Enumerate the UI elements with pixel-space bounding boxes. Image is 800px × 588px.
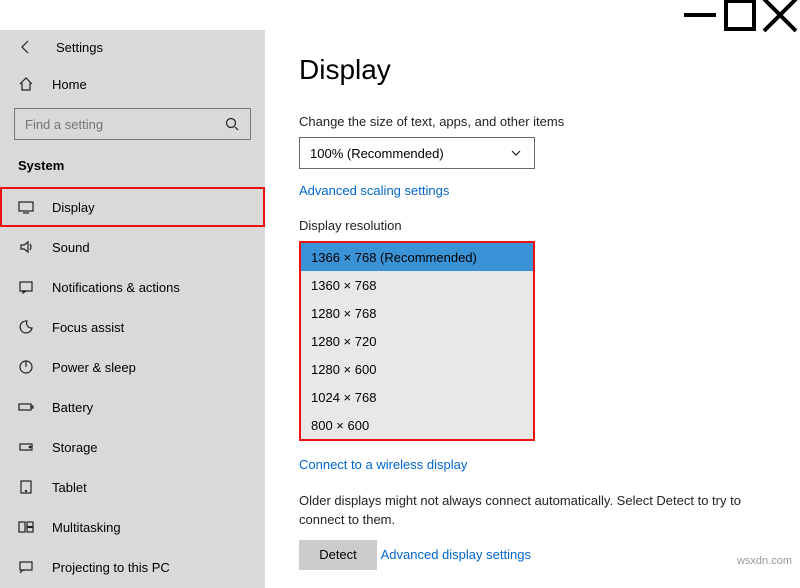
sidebar-item-multitasking[interactable]: Multitasking [0, 507, 265, 547]
minimize-button[interactable] [680, 0, 720, 30]
display-icon [18, 199, 34, 215]
page-title: Display [299, 54, 768, 86]
resolution-option[interactable]: 1280 × 600 [301, 355, 533, 383]
sidebar-item-label: Sound [52, 240, 90, 255]
sidebar-item-label: Power & sleep [52, 360, 136, 375]
tablet-icon [18, 479, 34, 495]
search-icon [224, 116, 240, 132]
advanced-display-link[interactable]: Advanced display settings [381, 547, 531, 562]
sidebar-item-focus-assist[interactable]: Focus assist [0, 307, 265, 347]
projecting-icon [18, 559, 34, 575]
resolution-option[interactable]: 1280 × 768 [301, 299, 533, 327]
resolution-option[interactable]: 800 × 600 [301, 411, 533, 439]
resolution-option[interactable]: 1280 × 720 [301, 327, 533, 355]
sidebar-item-label: Battery [52, 400, 93, 415]
sidebar: Settings Home System Display Sound No [0, 30, 265, 588]
close-button[interactable] [760, 0, 800, 30]
sidebar-item-battery[interactable]: Battery [0, 387, 265, 427]
sidebar-item-power[interactable]: Power & sleep [0, 347, 265, 387]
sidebar-item-label: Tablet [52, 480, 87, 495]
resolution-option[interactable]: 1360 × 768 [301, 271, 533, 299]
app-title: Settings [56, 40, 103, 55]
home-icon [18, 76, 34, 92]
wireless-display-link[interactable]: Connect to a wireless display [299, 457, 467, 472]
sidebar-item-label: Display [52, 200, 95, 215]
maximize-button[interactable] [720, 0, 760, 30]
sidebar-item-label: Home [52, 77, 87, 92]
sidebar-item-projecting[interactable]: Projecting to this PC [0, 547, 265, 587]
window-controls [0, 0, 800, 30]
scale-value: 100% (Recommended) [310, 146, 444, 161]
sidebar-item-notifications[interactable]: Notifications & actions [0, 267, 265, 307]
sound-icon [18, 239, 34, 255]
detect-note: Older displays might not always connect … [299, 492, 768, 530]
scale-label: Change the size of text, apps, and other… [299, 114, 768, 129]
resolution-dropdown-open[interactable]: 1366 × 768 (Recommended) 1360 × 768 1280… [299, 241, 535, 441]
main-panel: Display Change the size of text, apps, a… [265, 30, 800, 588]
power-icon [18, 359, 34, 375]
resolution-label: Display resolution [299, 218, 768, 233]
sidebar-item-label: Notifications & actions [52, 280, 180, 295]
multitasking-icon [18, 519, 34, 535]
scale-dropdown[interactable]: 100% (Recommended) [299, 137, 535, 169]
chevron-down-icon [508, 145, 524, 161]
sidebar-item-label: Storage [52, 440, 98, 455]
back-icon[interactable] [18, 39, 34, 55]
storage-icon [18, 439, 34, 455]
focus-icon [18, 319, 34, 335]
sidebar-item-label: Focus assist [52, 320, 124, 335]
search-field[interactable] [14, 108, 251, 140]
battery-icon [18, 399, 34, 415]
search-input[interactable] [25, 117, 215, 132]
sidebar-item-display[interactable]: Display [0, 187, 265, 227]
sidebar-item-storage[interactable]: Storage [0, 427, 265, 467]
detect-button[interactable]: Detect [299, 540, 377, 570]
watermark: wsxdn.com [737, 555, 792, 567]
sidebar-section-header: System [0, 150, 265, 187]
resolution-option[interactable]: 1366 × 768 (Recommended) [301, 243, 533, 271]
notifications-icon [18, 279, 34, 295]
advanced-scaling-link[interactable]: Advanced scaling settings [299, 183, 449, 198]
sidebar-item-sound[interactable]: Sound [0, 227, 265, 267]
sidebar-item-label: Projecting to this PC [52, 560, 170, 575]
resolution-option[interactable]: 1024 × 768 [301, 383, 533, 411]
sidebar-item-tablet[interactable]: Tablet [0, 467, 265, 507]
sidebar-home[interactable]: Home [0, 64, 265, 104]
sidebar-item-label: Multitasking [52, 520, 121, 535]
